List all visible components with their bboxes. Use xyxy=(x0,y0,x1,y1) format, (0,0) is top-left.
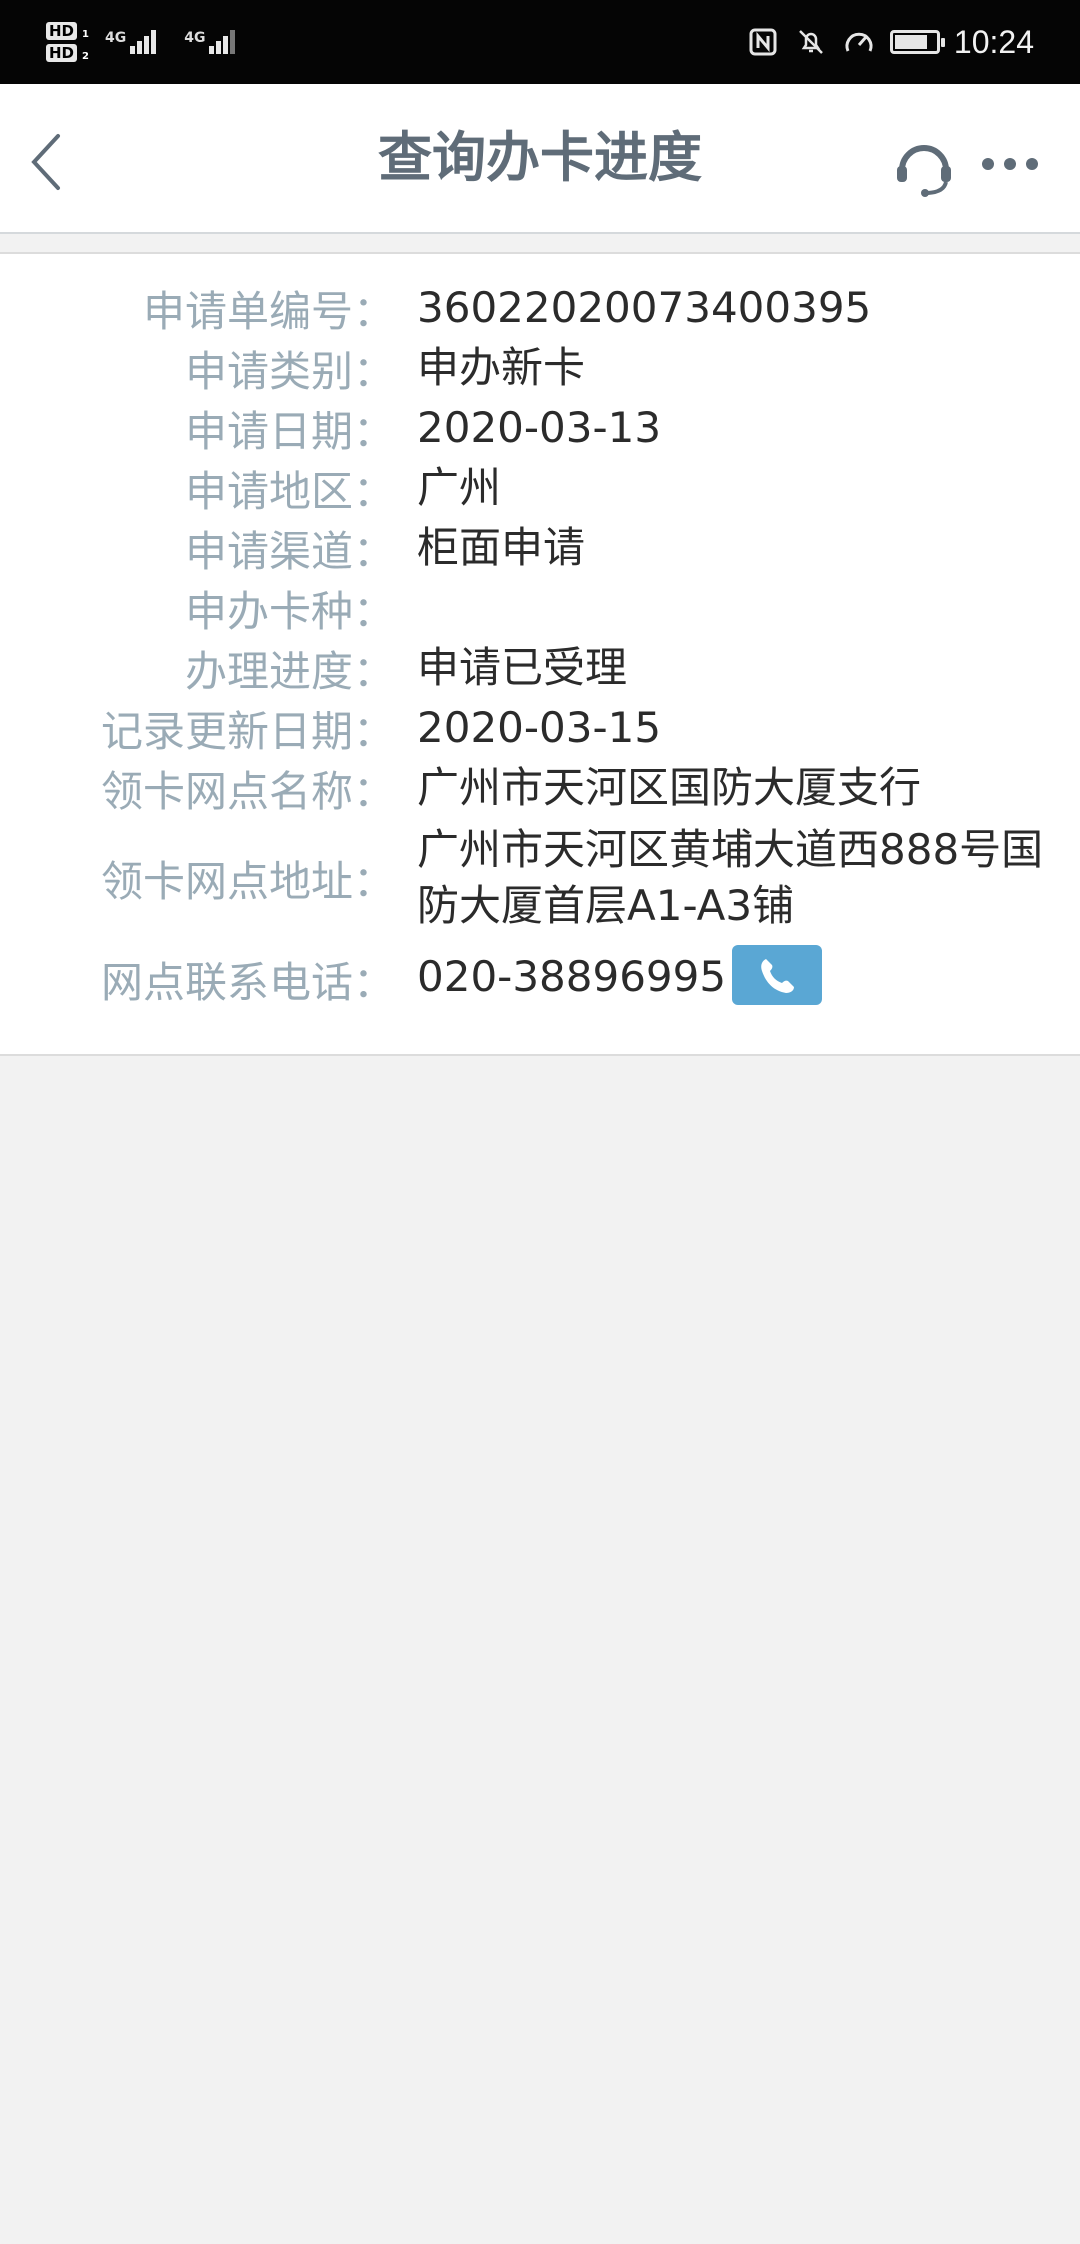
signal-bar xyxy=(209,46,215,54)
more-dots-icon xyxy=(982,158,1038,170)
detail-label: 申请日期： xyxy=(184,406,395,456)
sim1-label: HD xyxy=(49,22,75,40)
battery-fill xyxy=(894,35,927,49)
detail-label: 记录更新日期： xyxy=(100,706,395,756)
detail-value: 广州 xyxy=(417,463,502,512)
detail-row-branch-phone: 网点联系电话： 020-38896995 xyxy=(0,944,1080,1014)
detail-label: 网点联系电话： xyxy=(100,957,395,1007)
sim2-hd-badge: HD 2 xyxy=(46,44,89,62)
nav-bar: 查询办卡进度 xyxy=(0,84,1080,234)
network2-label: 4G xyxy=(184,30,206,46)
detail-value: 广州市天河区黄埔大道西888号国防大厦首层A1-A3铺 xyxy=(417,825,1044,930)
detail-label: 申请渠道： xyxy=(184,526,395,576)
signal-bar xyxy=(144,36,150,54)
detail-row-application-no: 申请单编号： 36022020073400395 xyxy=(0,278,1080,338)
sim2-label: HD xyxy=(49,44,75,62)
sim1-hd-badge: HD 1 xyxy=(46,22,89,40)
headset-icon xyxy=(897,145,951,197)
status-right: 10:24 xyxy=(746,12,1034,72)
detail-label: 领卡网点地址： xyxy=(100,856,395,906)
detail-row-branch-address: 领卡网点地址： 广州市天河区黄埔大道西888号国防大厦首层A1-A3铺 xyxy=(0,820,1080,936)
signal-bar xyxy=(137,41,143,54)
detail-label: 申请地区： xyxy=(184,466,395,516)
call-branch-button[interactable] xyxy=(732,945,823,1006)
customer-service-button[interactable] xyxy=(888,130,960,202)
detail-row-card-type: 申办卡种： xyxy=(0,578,1080,638)
detail-label: 申请类别： xyxy=(184,346,395,396)
detail-row-application-type: 申请类别： 申办新卡 xyxy=(0,338,1080,398)
signal-bar xyxy=(151,30,157,54)
phone-icon xyxy=(761,959,795,994)
detail-value: 36022020073400395 xyxy=(417,283,872,332)
detail-row-channel: 申请渠道： 柜面申请 xyxy=(0,518,1080,578)
status-left: HD 1 HD 2 4G 4G xyxy=(46,12,236,72)
detail-row-branch-name: 领卡网点名称： 广州市天河区国防大厦支行 xyxy=(0,758,1080,818)
signal-bar xyxy=(230,30,236,54)
data-saver-icon xyxy=(842,25,876,59)
detail-value: 2020-03-15 xyxy=(417,703,662,752)
detail-row-update-date: 记录更新日期： 2020-03-15 xyxy=(0,698,1080,758)
detail-label: 办理进度： xyxy=(184,646,395,696)
detail-label: 申办卡种： xyxy=(184,586,395,636)
chevron-left-icon xyxy=(31,134,60,190)
detail-value: 柜面申请 xyxy=(417,523,586,572)
signal-2-icon: 4G xyxy=(184,30,236,54)
sim1-index: 1 xyxy=(82,29,90,40)
detail-row-progress: 办理进度： 申请已受理 xyxy=(0,638,1080,698)
signal-bar xyxy=(216,41,222,54)
network1-label: 4G xyxy=(105,30,127,46)
signal-bar xyxy=(223,36,229,54)
more-button[interactable] xyxy=(976,134,1044,194)
detail-value: 广州市天河区国防大厦支行 xyxy=(417,763,922,812)
sim-indicators: HD 1 HD 2 xyxy=(46,22,89,62)
detail-value: 2020-03-13 xyxy=(417,403,662,452)
branch-phone-number: 020-38896995 xyxy=(417,951,727,1001)
signal-1-icon: 4G xyxy=(105,30,157,54)
clock: 10:24 xyxy=(953,23,1034,60)
detail-label: 申请单编号： xyxy=(142,286,395,336)
phone-value-wrap: 020-38896995 xyxy=(417,945,823,1010)
signal-bar xyxy=(130,46,136,54)
sim2-index: 2 xyxy=(82,51,90,62)
detail-label: 领卡网点名称： xyxy=(100,766,395,816)
battery-icon xyxy=(889,30,945,54)
detail-row-region: 申请地区： 广州 xyxy=(0,458,1080,518)
detail-value: 申办新卡 xyxy=(417,343,586,392)
progress-details-card: 申请单编号： 36022020073400395 申请类别： 申办新卡 申请日期… xyxy=(0,252,1080,1056)
mute-icon xyxy=(794,25,828,59)
status-bar: HD 1 HD 2 4G 4G 10:24 xyxy=(0,0,1080,84)
nfc-icon xyxy=(746,25,780,59)
detail-row-application-date: 申请日期： 2020-03-13 xyxy=(0,398,1080,458)
back-button[interactable] xyxy=(16,120,76,204)
detail-value: 申请已受理 xyxy=(417,643,628,692)
